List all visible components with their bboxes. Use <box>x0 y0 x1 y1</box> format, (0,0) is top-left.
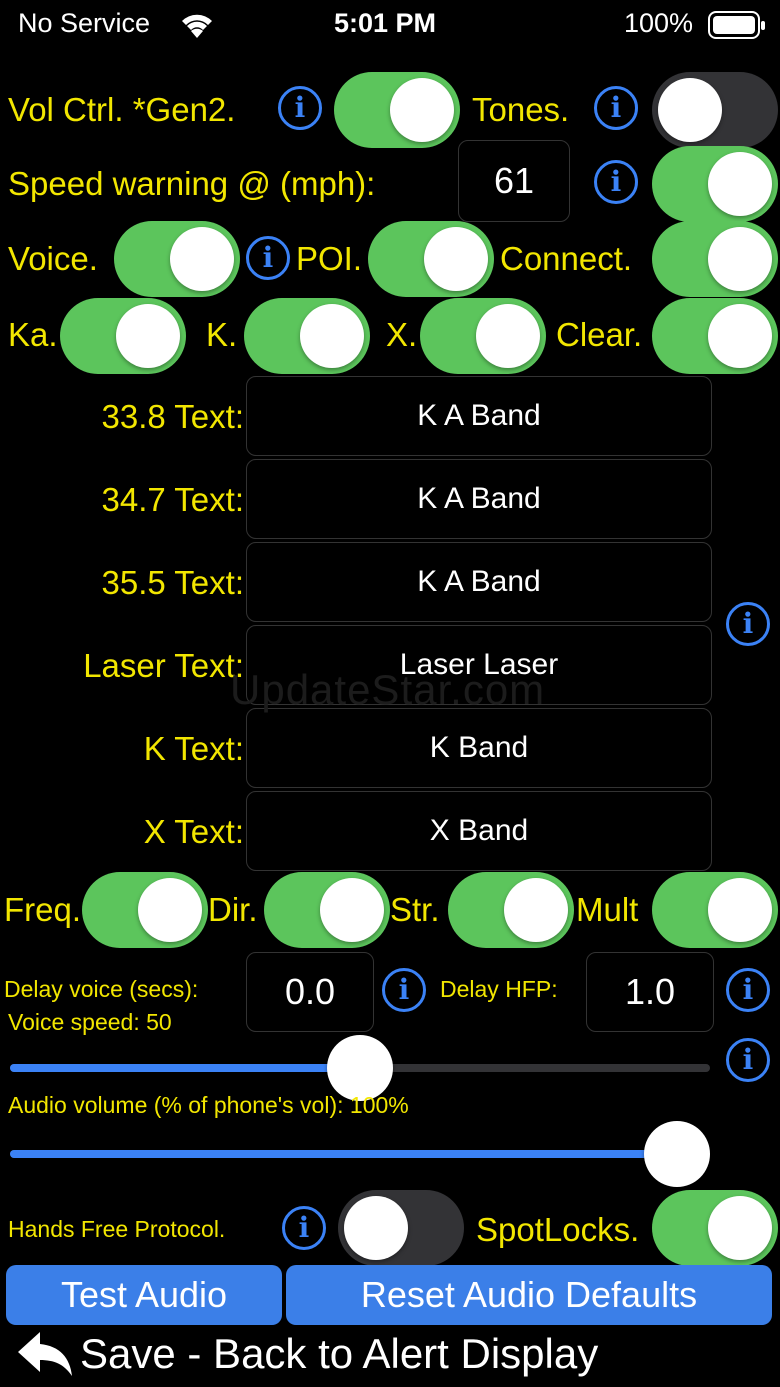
connect-label: Connect. <box>500 240 633 277</box>
hfp-info-icon[interactable]: i <box>282 1206 326 1250</box>
k-toggle[interactable] <box>244 298 370 374</box>
delay-hfp-input[interactable]: 1.0 <box>586 952 714 1032</box>
spotlocks-label: SpotLocks. <box>476 1211 640 1248</box>
battery-icon <box>708 10 766 45</box>
test-audio-button[interactable]: Test Audio <box>6 1265 282 1325</box>
ka-label: Ka. <box>8 316 58 353</box>
tones-label: Tones. <box>472 91 570 128</box>
delay-hfp-info-icon[interactable]: i <box>726 968 770 1012</box>
str-toggle[interactable] <box>448 872 574 948</box>
text-fields-info-icon[interactable]: i <box>726 602 770 646</box>
delay-voice-input[interactable]: 0.0 <box>246 952 374 1032</box>
vol-ctrl-info-icon[interactable]: i <box>278 86 322 130</box>
k-text-label: K Text: <box>143 730 244 767</box>
tones-info-icon[interactable]: i <box>594 86 638 130</box>
x-text-label: X Text: <box>143 813 244 850</box>
text-347-input[interactable]: K A Band <box>246 459 712 539</box>
voice-speed-label: Voice speed: 50 <box>8 1009 172 1035</box>
spotlocks-toggle[interactable] <box>652 1190 778 1266</box>
clear-toggle[interactable] <box>652 298 778 374</box>
voice-speed-info-icon[interactable]: i <box>726 1038 770 1082</box>
laser-text-label: Laser Text: <box>83 647 244 684</box>
text-355-input[interactable]: K A Band <box>246 542 712 622</box>
wifi-icon <box>178 10 216 45</box>
poi-label: POI. <box>296 240 363 277</box>
voice-label: Voice. <box>8 240 98 277</box>
hfp-label: Hands Free Protocol. <box>8 1216 226 1242</box>
save-back-button[interactable]: Save - Back to Alert Display <box>80 1330 598 1378</box>
ka-toggle[interactable] <box>60 298 186 374</box>
text-347-label: 34.7 Text: <box>101 481 245 518</box>
delay-voice-info-icon[interactable]: i <box>382 968 426 1012</box>
connect-toggle[interactable] <box>652 221 778 297</box>
k-text-input[interactable]: K Band <box>246 708 712 788</box>
freq-label: Freq. <box>4 891 82 928</box>
voice-toggle[interactable] <box>114 221 240 297</box>
text-338-input[interactable]: K A Band <box>246 376 712 456</box>
dir-label: Dir. <box>208 891 258 928</box>
watermark: UpdateStar.com <box>230 666 546 713</box>
speed-info-icon[interactable]: i <box>594 160 638 204</box>
poi-toggle[interactable] <box>368 221 494 297</box>
str-label: Str. <box>390 891 440 928</box>
back-arrow-icon[interactable] <box>14 1328 74 1380</box>
k-label: K. <box>206 316 238 353</box>
mult-label: Mult <box>576 891 639 928</box>
clock: 5:01 PM <box>334 8 437 38</box>
battery-percent: 100% <box>624 8 694 38</box>
mult-toggle[interactable] <box>652 872 778 948</box>
text-355-label: 35.5 Text: <box>101 564 245 601</box>
speed-warning-toggle[interactable] <box>652 146 778 222</box>
freq-toggle[interactable] <box>82 872 208 948</box>
hfp-toggle[interactable] <box>338 1190 464 1266</box>
carrier-label: No Service <box>18 8 151 38</box>
reset-audio-defaults-button[interactable]: Reset Audio Defaults <box>286 1265 772 1325</box>
x-label: X. <box>386 316 418 353</box>
tones-toggle[interactable] <box>652 72 778 148</box>
voice-speed-fill <box>10 1064 360 1072</box>
clear-label: Clear. <box>556 316 643 353</box>
x-toggle[interactable] <box>420 298 546 374</box>
audio-volume-thumb[interactable] <box>644 1121 710 1187</box>
voice-info-icon[interactable]: i <box>246 236 290 280</box>
speed-warning-input[interactable]: 61 <box>458 140 570 222</box>
delay-voice-label: Delay voice (secs): <box>4 976 199 1002</box>
speed-warning-label: Speed warning @ (mph): <box>8 165 376 202</box>
vol-ctrl-toggle[interactable] <box>334 72 460 148</box>
delay-hfp-label: Delay HFP: <box>440 976 558 1002</box>
audio-volume-fill <box>10 1150 677 1158</box>
dir-toggle[interactable] <box>264 872 390 948</box>
audio-volume-label: Audio volume (% of phone's vol): 100% <box>8 1092 409 1118</box>
x-text-input[interactable]: X Band <box>246 791 712 871</box>
text-338-label: 33.8 Text: <box>101 398 245 435</box>
vol-ctrl-label: Vol Ctrl. *Gen2. <box>8 91 236 128</box>
